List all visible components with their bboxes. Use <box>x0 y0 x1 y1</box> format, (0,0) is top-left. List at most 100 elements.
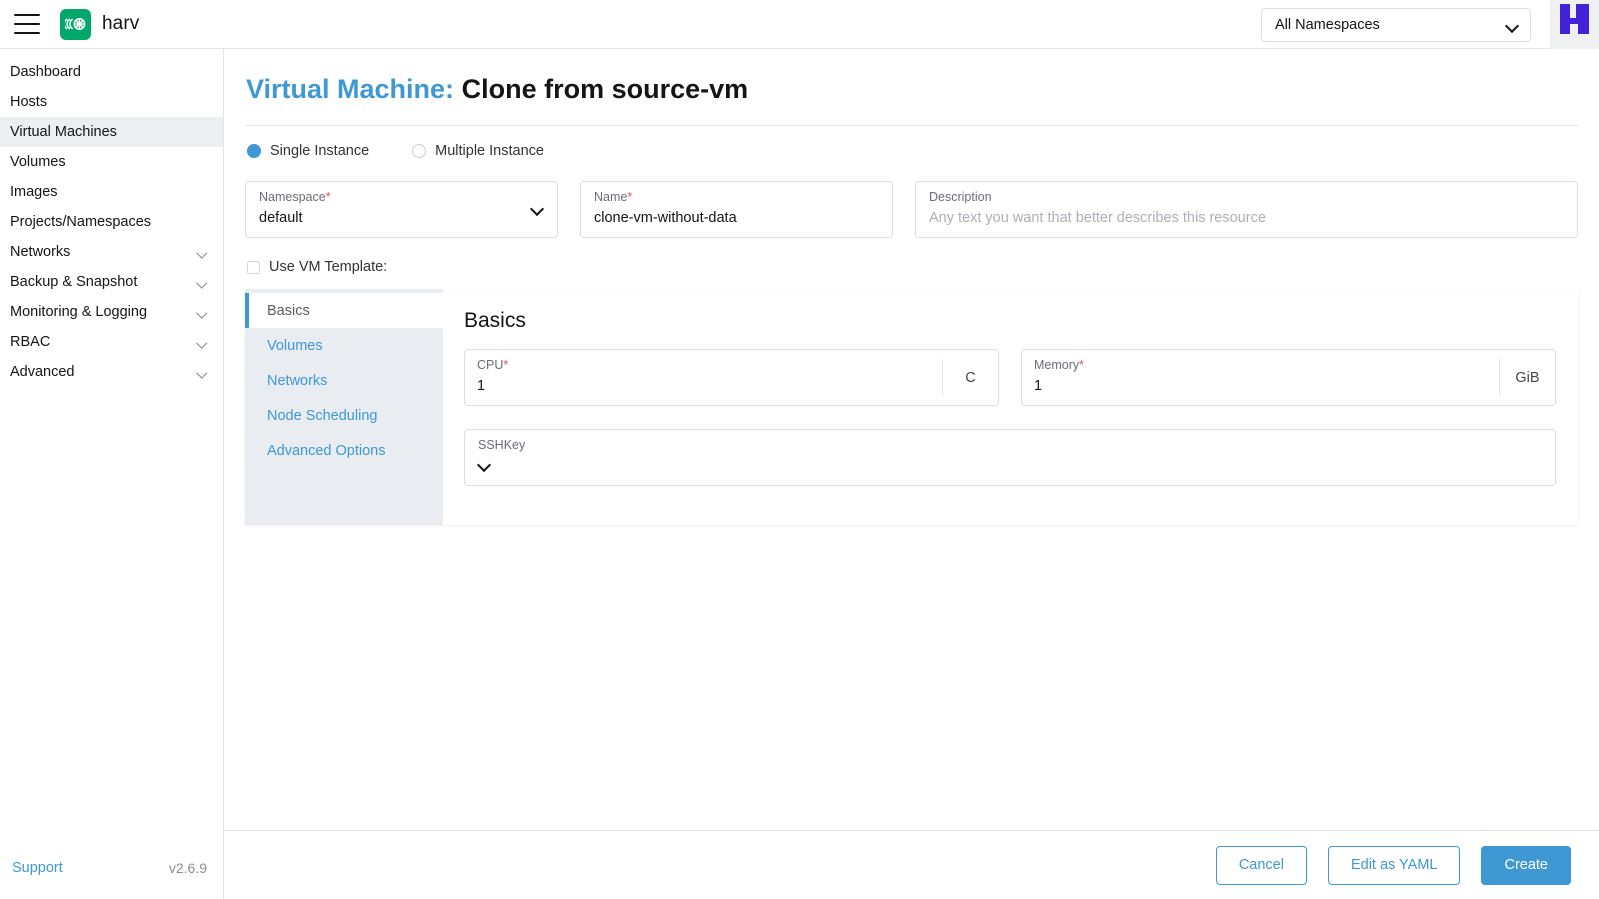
tab-basics[interactable]: Basics <box>245 293 443 328</box>
hamburger-icon[interactable] <box>14 14 40 34</box>
sidebar-item-hosts[interactable]: Hosts <box>0 87 223 117</box>
sidebar-item-projects-namespaces[interactable]: Projects/Namespaces <box>0 207 223 237</box>
body: Dashboard Hosts Virtual Machines Volumes… <box>0 49 1599 899</box>
chevron-down-icon <box>198 279 209 286</box>
memory-unit: GiB <box>1499 359 1555 396</box>
sidebar-item-label: RBAC <box>10 334 50 350</box>
namespace-label-text: Namespace <box>259 190 326 204</box>
tab-node-scheduling[interactable]: Node Scheduling <box>245 398 443 433</box>
description-input[interactable]: Description Any text you want that bette… <box>915 181 1578 238</box>
cpu-input[interactable]: CPU* 1 C <box>464 349 999 406</box>
version-label: v2.6.9 <box>169 860 207 876</box>
cpu-input-main: CPU* 1 <box>465 350 942 405</box>
sshkey-select[interactable]: SSHKey <box>464 429 1556 486</box>
harvester-logo-icon <box>60 9 91 40</box>
memory-input-main: Memory* 1 <box>1022 350 1499 405</box>
description-label: Description <box>929 190 1565 205</box>
name-input[interactable]: Name* clone-vm-without-data <box>580 181 893 238</box>
tab-list: Basics Volumes Networks Node Scheduling <box>245 289 443 525</box>
namespace-label: Namespace* <box>259 190 545 205</box>
tab-advanced-options[interactable]: Advanced Options <box>245 433 443 468</box>
sidebar-item-volumes[interactable]: Volumes <box>0 147 223 177</box>
sidebar-item-label: Images <box>10 184 58 200</box>
app-root: harv All Namespaces Dashboard Hosts <box>0 0 1599 899</box>
sidebar-item-images[interactable]: Images <box>0 177 223 207</box>
sidebar-item-backup-snapshot[interactable]: Backup & Snapshot <box>0 267 223 297</box>
sidebar-item-label: Volumes <box>10 154 66 170</box>
radio-dot-icon <box>412 144 426 158</box>
radio-dot-icon <box>247 144 261 158</box>
use-vm-template-label: Use VM Template: <box>269 259 387 275</box>
cpu-memory-row: CPU* 1 C Memory * <box>464 349 1556 406</box>
sidebar-item-label: Backup & Snapshot <box>10 274 137 290</box>
required-marker: * <box>326 190 331 204</box>
sidebar: Dashboard Hosts Virtual Machines Volumes… <box>0 49 224 899</box>
tab-label: Networks <box>267 373 327 389</box>
sidebar-item-advanced[interactable]: Advanced <box>0 357 223 387</box>
sidebar-item-dashboard[interactable]: Dashboard <box>0 57 223 87</box>
tab-label: Basics <box>267 303 310 319</box>
tab-content-heading: Basics <box>464 309 1556 333</box>
sshkey-label: SSHKey <box>478 438 1543 453</box>
name-label-text: Name <box>594 190 627 204</box>
brand-name: harv <box>102 13 139 35</box>
checkbox-icon <box>247 261 260 274</box>
sidebar-item-label: Networks <box>10 244 70 260</box>
sidebar-item-label: Advanced <box>10 364 75 380</box>
namespace-filter-select[interactable]: All Namespaces <box>1261 8 1531 42</box>
memory-input[interactable]: Memory* 1 GiB <box>1021 349 1556 406</box>
memory-value: 1 <box>1034 375 1499 397</box>
sidebar-item-rbac[interactable]: RBAC <box>0 327 223 357</box>
required-marker: * <box>503 358 508 372</box>
description-placeholder: Any text you want that better describes … <box>929 207 1565 229</box>
sidebar-item-label: Monitoring & Logging <box>10 304 147 320</box>
sidebar-spacer <box>0 387 223 837</box>
radio-single-instance[interactable]: Single Instance <box>247 143 369 159</box>
config-tab-panel: Basics Volumes Networks Node Scheduling <box>245 289 1578 525</box>
cpu-value: 1 <box>477 375 942 397</box>
sidebar-item-virtual-machines[interactable]: Virtual Machines <box>0 117 223 147</box>
use-vm-template-checkbox[interactable]: Use VM Template: <box>245 259 1578 275</box>
memory-label-text: Memory <box>1034 358 1079 372</box>
radio-multiple-instance[interactable]: Multiple Instance <box>412 143 544 159</box>
tab-networks[interactable]: Networks <box>245 363 443 398</box>
header-right: All Namespaces <box>1261 0 1599 49</box>
title-divider <box>245 125 1578 126</box>
name-value: clone-vm-without-data <box>594 207 880 229</box>
support-link[interactable]: Support <box>12 860 63 876</box>
sidebar-item-label: Virtual Machines <box>10 124 117 140</box>
top-header: harv All Namespaces <box>0 0 1599 49</box>
edit-as-yaml-button[interactable]: Edit as YAML <box>1328 846 1461 885</box>
sidebar-footer: Support v2.6.9 <box>0 837 223 899</box>
main-scroll: Virtual Machine: Clone from source-vm Si… <box>224 49 1599 830</box>
primary-fields-row: Namespace* default Name* clone-vm-withou… <box>245 181 1578 238</box>
tab-content-basics: Basics CPU* 1 C <box>443 289 1578 525</box>
cpu-label-text: CPU <box>477 358 503 372</box>
namespace-filter-value: All Namespaces <box>1275 17 1380 33</box>
radio-label: Single Instance <box>270 143 369 159</box>
namespace-value: default <box>259 207 545 229</box>
page-title: Virtual Machine: Clone from source-vm <box>245 73 1578 105</box>
rancher-logo-icon[interactable] <box>1550 0 1599 49</box>
sidebar-item-label: Projects/Namespaces <box>10 214 151 230</box>
required-marker: * <box>627 190 632 204</box>
sidebar-item-networks[interactable]: Networks <box>0 237 223 267</box>
tab-label: Node Scheduling <box>267 408 377 424</box>
cpu-unit: C <box>942 359 998 396</box>
tab-volumes[interactable]: Volumes <box>245 328 443 363</box>
cancel-button[interactable]: Cancel <box>1216 846 1307 885</box>
tab-label: Advanced Options <box>267 443 386 459</box>
brand[interactable]: harv <box>60 9 139 40</box>
namespace-select[interactable]: Namespace* default <box>245 181 558 238</box>
radio-label: Multiple Instance <box>435 143 544 159</box>
sidebar-item-monitoring-logging[interactable]: Monitoring & Logging <box>0 297 223 327</box>
chevron-down-icon <box>478 460 491 468</box>
create-button[interactable]: Create <box>1481 846 1571 885</box>
chevron-down-icon <box>531 204 544 212</box>
name-label: Name* <box>594 190 880 205</box>
page-title-prefix: Virtual Machine: <box>246 74 454 104</box>
chevron-down-icon <box>198 339 209 346</box>
chevron-down-icon <box>1506 21 1519 29</box>
main-content: Virtual Machine: Clone from source-vm Si… <box>224 49 1599 899</box>
instance-mode-radio-group: Single Instance Multiple Instance <box>245 143 1578 159</box>
